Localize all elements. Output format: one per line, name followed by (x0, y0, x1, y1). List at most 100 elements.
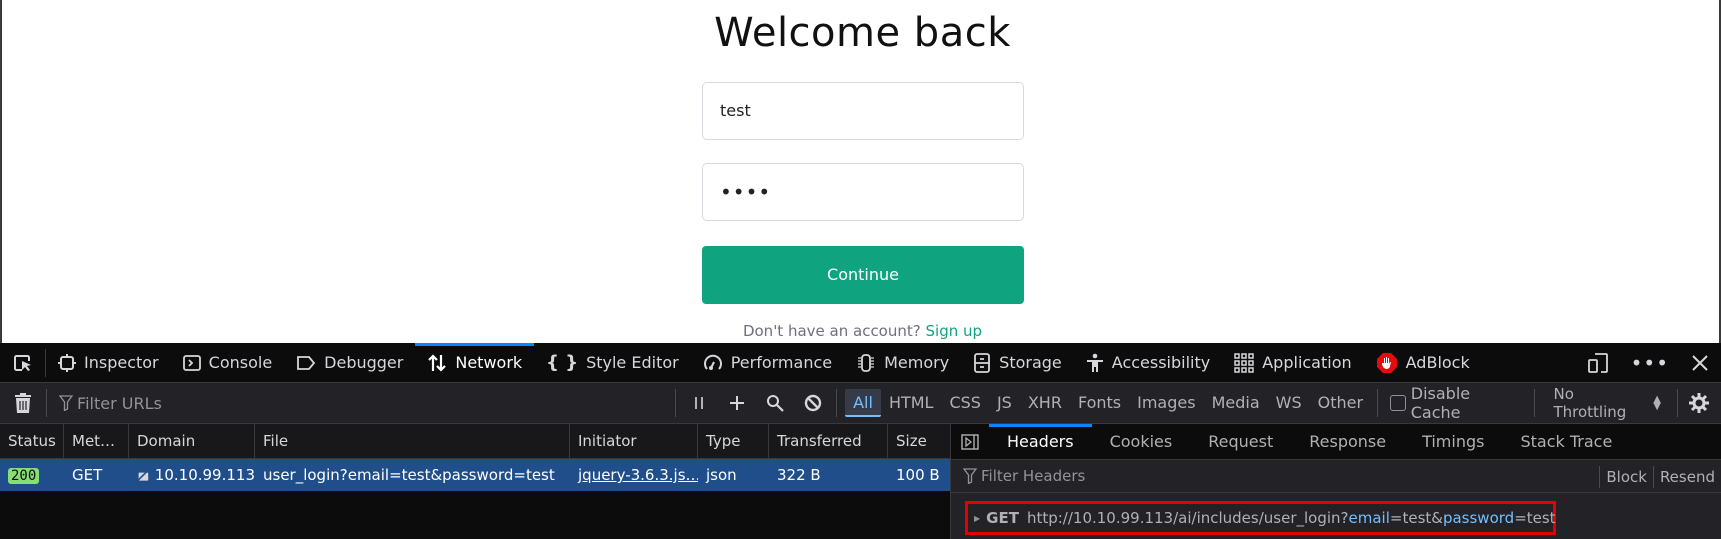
column-header-file[interactable]: File (255, 424, 570, 459)
request-list-header: Status Met… Domain File Initiator Type T… (0, 424, 950, 459)
tab-storage[interactable]: Storage (961, 343, 1074, 383)
request-list: Status Met… Domain File Initiator Type T… (0, 424, 950, 539)
column-header-transferred[interactable]: Transferred (769, 424, 888, 459)
type-filter-other[interactable]: Other (1310, 389, 1371, 417)
close-icon[interactable] (1691, 354, 1709, 372)
responsive-design-icon[interactable] (1587, 352, 1609, 374)
network-icon (427, 353, 447, 373)
expand-triangle-icon[interactable]: ▶ (974, 514, 980, 523)
disable-cache-toggle[interactable]: Disable Cache (1378, 384, 1536, 422)
search-button[interactable] (756, 394, 794, 412)
tab-accessibility[interactable]: Accessibility (1074, 343, 1222, 383)
tab-label: Accessibility (1111, 353, 1211, 372)
tab-network[interactable]: Network (415, 342, 534, 383)
type-filter-images[interactable]: Images (1129, 389, 1203, 417)
tab-application[interactable]: Application (1222, 343, 1363, 383)
continue-button[interactable]: Continue (702, 246, 1024, 304)
style-editor-icon: { } (546, 352, 579, 373)
details-tab-headers[interactable]: Headers (989, 423, 1092, 460)
toggle-sidebar-button[interactable] (951, 433, 989, 451)
page-title: Welcome back (714, 10, 1011, 56)
status-cell: 200 (0, 459, 64, 491)
resend-button[interactable]: Resend (1652, 465, 1721, 488)
tab-adblock[interactable]: AdBlock (1364, 343, 1482, 383)
memory-icon (856, 353, 876, 373)
column-header-size[interactable]: Size (888, 424, 950, 459)
request-details-panel: Headers Cookies Request Response Timings… (950, 423, 1721, 539)
trash-icon (15, 393, 32, 413)
throttling-value: No Throttling (1553, 385, 1627, 421)
query-param-key: password (1442, 509, 1515, 527)
tab-inspector[interactable]: Inspector (46, 343, 171, 383)
inspector-icon (58, 353, 76, 372)
search-icon (767, 395, 784, 412)
column-header-status[interactable]: Status (0, 424, 64, 459)
details-tab-stack-trace[interactable]: Stack Trace (1502, 424, 1630, 460)
email-field[interactable]: test (702, 82, 1024, 140)
disable-cache-checkbox[interactable] (1390, 395, 1406, 411)
initiator-link[interactable]: jquery-3.6.3.js… (578, 466, 698, 484)
method-cell: GET (72, 466, 103, 484)
password-field[interactable]: •••• (702, 163, 1024, 221)
tab-label: AdBlock (1405, 353, 1470, 372)
column-header-type[interactable]: Type (698, 424, 769, 459)
type-filter-ws[interactable]: WS (1268, 389, 1310, 417)
devtools-window-controls: ••• (1587, 343, 1721, 383)
tab-label: Application (1262, 353, 1352, 372)
tab-debugger[interactable]: Debugger (284, 343, 415, 383)
header-actions: Block Resend (1599, 460, 1721, 493)
select-arrows-icon: ▲ ▼ (1653, 394, 1661, 412)
table-row[interactable]: 200 GET 10.10.99.113 user_login?email=te… (0, 459, 950, 491)
tab-label: Memory (884, 353, 950, 372)
tab-console[interactable]: Console (171, 343, 285, 383)
details-tab-timings[interactable]: Timings (1404, 424, 1502, 460)
filter-urls-input[interactable]: Filter URLs (47, 389, 677, 417)
details-tab-response[interactable]: Response (1291, 424, 1404, 460)
tab-label: Inspector (84, 353, 159, 372)
details-tab-request[interactable]: Request (1190, 424, 1291, 460)
type-filter-media[interactable]: Media (1204, 389, 1268, 417)
filter-icon (59, 395, 74, 411)
filter-urls-placeholder: Filter URLs (77, 393, 162, 413)
size-cell: 100 B (896, 466, 940, 484)
performance-icon (703, 353, 723, 373)
request-type-filters: All HTML CSS JS XHR Fonts Images Media W… (837, 389, 1379, 417)
clear-button[interactable] (0, 389, 48, 417)
throttling-select[interactable]: No Throttling ▲ ▼ (1535, 385, 1678, 421)
type-filter-xhr[interactable]: XHR (1020, 389, 1070, 417)
more-options-icon[interactable]: ••• (1631, 351, 1669, 375)
type-cell: json (706, 466, 737, 484)
type-filter-all[interactable]: All (845, 389, 881, 417)
adblock-icon (1376, 352, 1398, 374)
tab-style-editor[interactable]: { } Style Editor (534, 343, 691, 383)
block-button[interactable]: Block (1599, 465, 1653, 488)
pause-button[interactable] (680, 395, 718, 411)
type-filter-js[interactable]: JS (989, 389, 1020, 417)
type-filter-css[interactable]: CSS (941, 389, 988, 417)
query-param-value: =test (1514, 509, 1556, 527)
gear-icon (1689, 393, 1710, 413)
network-settings-button[interactable] (1678, 392, 1721, 414)
column-header-method[interactable]: Met… (64, 424, 129, 459)
details-tab-cookies[interactable]: Cookies (1092, 424, 1191, 460)
tab-memory[interactable]: Memory (844, 343, 961, 383)
new-request-button[interactable] (718, 395, 756, 411)
request-url-summary[interactable]: ▶ GET http://10.10.99.113/ai/includes/us… (965, 501, 1556, 535)
request-url-base: http://10.10.99.113/ai/includes/user_log… (1026, 509, 1349, 527)
type-filter-html[interactable]: HTML (881, 389, 942, 417)
column-header-initiator[interactable]: Initiator (570, 424, 698, 459)
type-filter-fonts[interactable]: Fonts (1070, 389, 1129, 417)
disable-cache-label: Disable Cache (1410, 384, 1471, 422)
column-header-domain[interactable]: Domain (129, 424, 255, 459)
status-badge: 200 (8, 468, 40, 484)
signup-link[interactable]: Sign up (926, 322, 983, 340)
filter-icon (963, 468, 977, 484)
transferred-cell: 322 B (777, 466, 821, 484)
block-requests-button[interactable] (794, 394, 832, 412)
filter-headers-input[interactable]: Filter Headers Block Resend (951, 460, 1721, 493)
tab-performance[interactable]: Performance (691, 343, 844, 383)
devtools-tabbar: Inspector Console Debugger Network { } S… (0, 342, 1721, 383)
login-page: Welcome back test •••• Continue Don't ha… (0, 0, 1721, 343)
signup-prompt-text: Don't have an account? (742, 322, 921, 340)
element-picker-button[interactable] (0, 348, 46, 377)
